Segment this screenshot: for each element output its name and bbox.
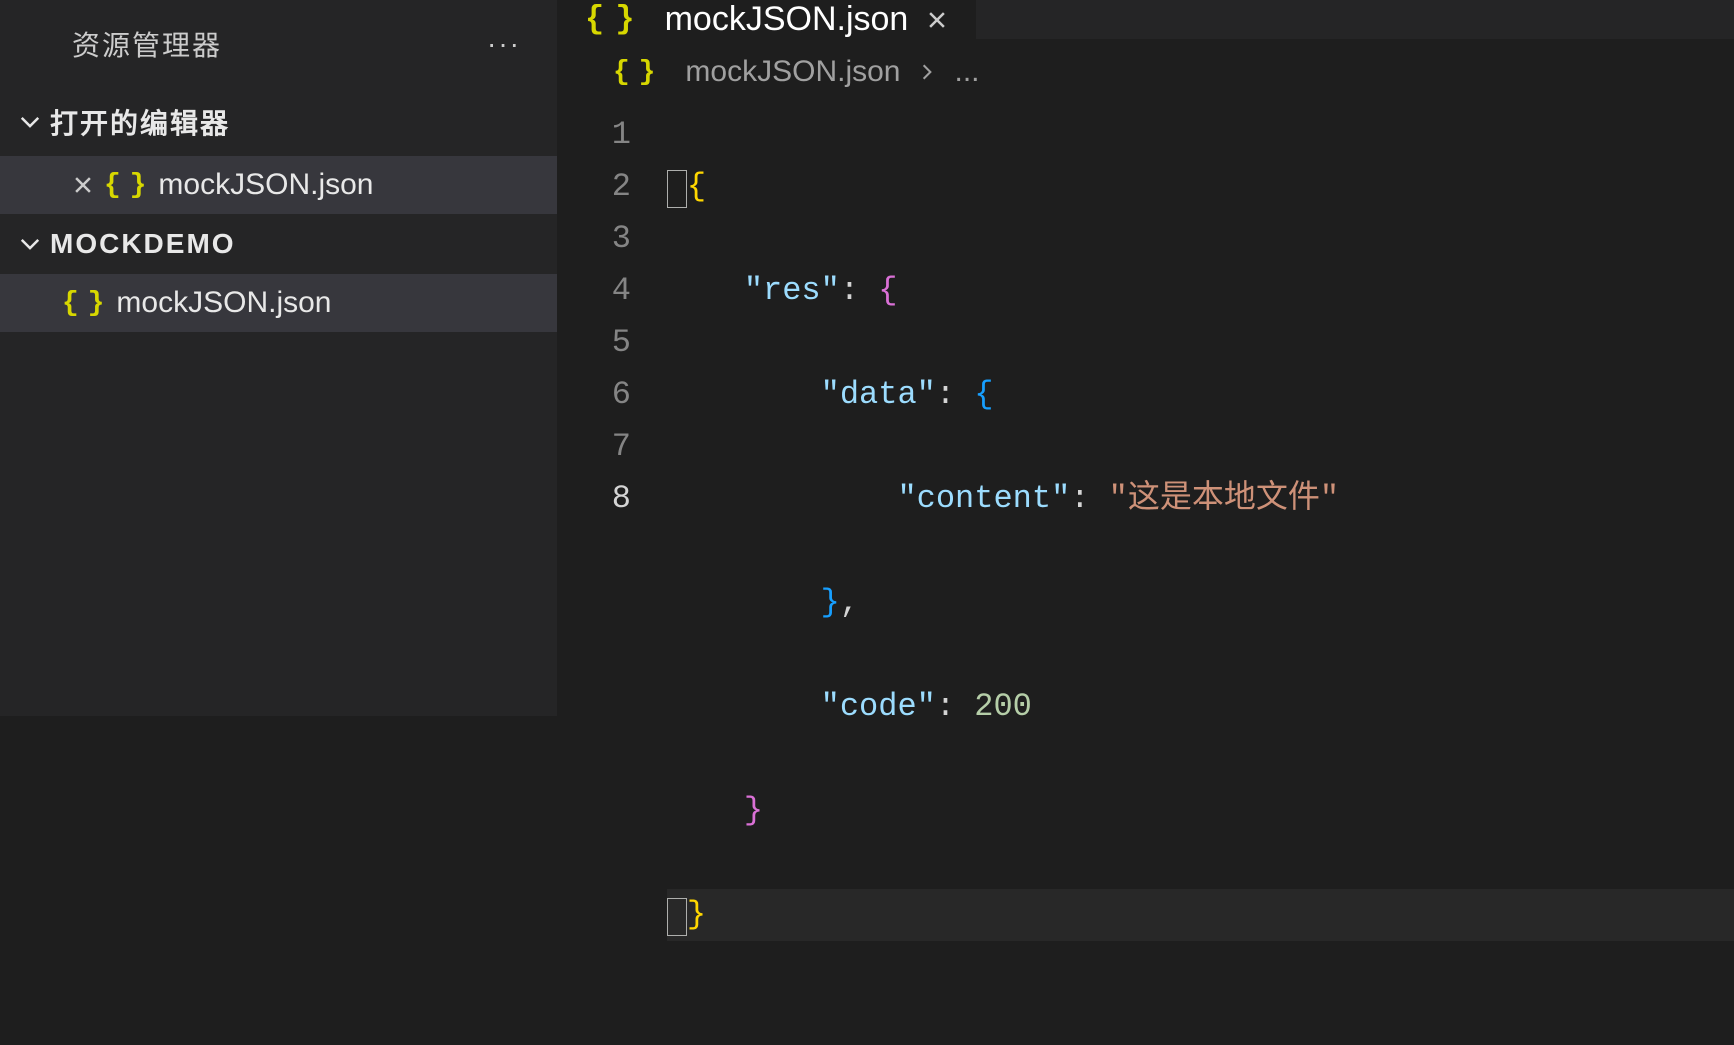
close-icon[interactable] [926,9,948,31]
open-editor-filename: mockJSON.json [158,168,373,202]
line-number: 7 [557,421,667,473]
tab-mockjson[interactable]: { } mockJSON.json [557,0,977,39]
json-icon: { } [585,1,631,38]
line-number: 3 [557,213,667,265]
tab-label: mockJSON.json [665,0,909,39]
workspace-section-header[interactable]: MOCKDEMO [0,214,557,274]
tab-bar: { } mockJSON.json [557,0,1734,39]
json-icon: { } [613,57,651,88]
line-number: 6 [557,369,667,421]
json-icon: { } [62,288,100,319]
code-content[interactable]: { "res": { "data": { "content": "这是本地文件"… [667,105,1734,1045]
line-number: 1 [557,109,667,161]
line-number: 2 [557,161,667,213]
editor-area: { } mockJSON.json { } mockJSON.json ... … [557,0,1734,716]
file-tree-filename: mockJSON.json [116,286,331,320]
close-icon[interactable] [62,174,104,196]
file-tree-item[interactable]: { } mockJSON.json [0,274,557,332]
chevron-down-icon [10,111,50,133]
more-actions-icon[interactable]: ··· [487,28,521,60]
open-editor-item[interactable]: { } mockJSON.json [0,156,557,214]
explorer-header: 资源管理器 ··· [0,0,557,88]
chevron-right-icon [918,55,936,89]
workspace-label: MOCKDEMO [50,228,236,260]
open-editors-section-header[interactable]: 打开的编辑器 [0,88,557,156]
line-number: 8 [557,473,667,525]
line-number-gutter: 1 2 3 4 5 6 7 8 [557,105,667,1045]
open-editors-label: 打开的编辑器 [50,102,230,142]
chevron-down-icon [10,233,50,255]
breadcrumb[interactable]: { } mockJSON.json ... [557,39,1734,105]
code-editor[interactable]: 1 2 3 4 5 6 7 8 { "res": { "data": { "co… [557,105,1734,1045]
json-icon: { } [104,170,142,201]
breadcrumb-rest: ... [954,55,979,89]
explorer-title: 资源管理器 [72,24,222,64]
line-number: 4 [557,265,667,317]
breadcrumb-file: mockJSON.json [685,55,900,89]
line-number: 5 [557,317,667,369]
explorer-sidebar: 资源管理器 ··· 打开的编辑器 { } mockJSON.json MOCKD… [0,0,557,716]
